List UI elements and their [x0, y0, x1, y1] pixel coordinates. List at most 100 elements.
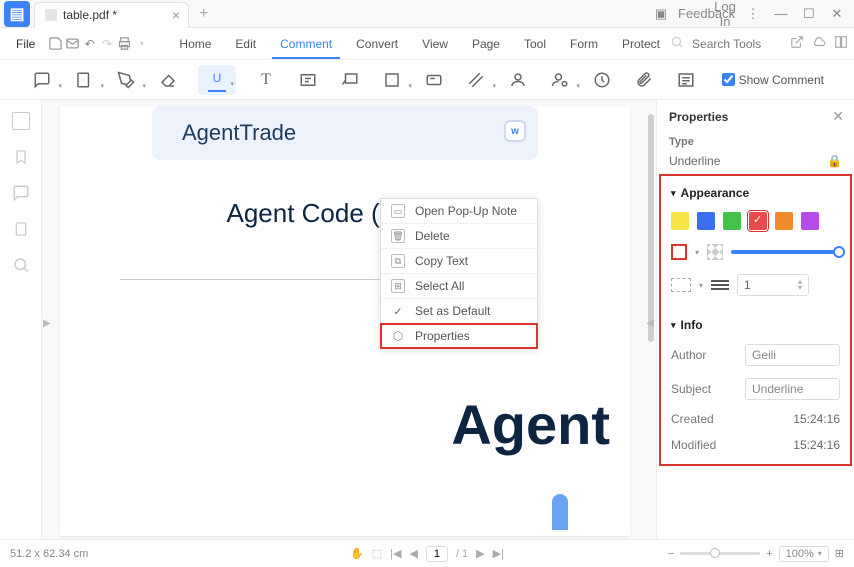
menu-tab-view[interactable]: View: [414, 31, 456, 57]
hand-tool-icon[interactable]: ✋: [350, 547, 364, 560]
first-page-icon[interactable]: |◀: [390, 547, 401, 560]
zoom-in-icon[interactable]: +: [766, 548, 772, 560]
expand-right-icon[interactable]: ◀: [646, 318, 654, 329]
next-page-icon[interactable]: ▶: [476, 547, 484, 560]
document-tab[interactable]: table.pdf * ×: [34, 2, 189, 28]
color-swatch[interactable]: [801, 212, 819, 230]
search-tools-input[interactable]: [692, 37, 782, 51]
measure-tool[interactable]: [464, 68, 488, 92]
menu-tab-form[interactable]: Form: [562, 31, 606, 57]
slider-knob[interactable]: [833, 246, 845, 258]
line-style-dashed[interactable]: [671, 278, 691, 292]
subject-input[interactable]: [745, 378, 840, 400]
attachment-panel-icon[interactable]: [13, 220, 29, 238]
show-comment-toggle[interactable]: Show Comment: [722, 73, 824, 87]
author-input[interactable]: [745, 344, 840, 366]
new-tab-button[interactable]: +: [199, 5, 208, 23]
callout-tool[interactable]: [338, 68, 362, 92]
border-color-picker[interactable]: [671, 244, 687, 260]
expand-left-icon[interactable]: ▶: [43, 318, 51, 329]
signature-tool[interactable]: [548, 68, 572, 92]
link-tool[interactable]: [590, 68, 614, 92]
area-tool[interactable]: [506, 68, 530, 92]
lock-icon[interactable]: 🔒: [827, 154, 842, 168]
properties-title: Properties: [669, 110, 842, 124]
menu-tab-home[interactable]: Home: [171, 31, 219, 57]
color-swatch[interactable]: [723, 212, 741, 230]
underline-tool-active[interactable]: U: [198, 65, 236, 95]
note-tool[interactable]: [30, 68, 54, 92]
highlight-tool[interactable]: [72, 68, 96, 92]
cm-delete[interactable]: 🗑Delete: [381, 224, 537, 249]
fit-page-icon[interactable]: ⊞: [835, 547, 844, 560]
shape-tool[interactable]: [380, 68, 404, 92]
cm-copy-text[interactable]: ⧉Copy Text: [381, 249, 537, 274]
info-heading[interactable]: Info: [671, 318, 840, 332]
stamp-tool[interactable]: [422, 68, 446, 92]
redo-icon[interactable]: ↷: [99, 32, 114, 56]
menu-tab-tool[interactable]: Tool: [516, 31, 554, 57]
segment-icon[interactable]: [834, 35, 848, 52]
page-input[interactable]: [426, 546, 448, 562]
select-tool-icon[interactable]: ⬚: [372, 547, 382, 560]
minimize-button[interactable]: —: [768, 2, 794, 25]
menu-tab-convert[interactable]: Convert: [348, 31, 406, 57]
print-dropdown-icon[interactable]: ▾: [134, 32, 149, 56]
comment-panel-icon[interactable]: [12, 184, 30, 202]
opacity-slider[interactable]: [731, 250, 840, 254]
trash-icon: 🗑: [391, 229, 405, 243]
eraser-tool[interactable]: [156, 68, 180, 92]
search-panel-icon[interactable]: [12, 256, 30, 274]
show-comment-checkbox[interactable]: [722, 73, 735, 86]
copy-icon: ⧉: [391, 254, 405, 268]
line-style-dropdown-icon[interactable]: ▾: [699, 281, 703, 290]
menu-tab-edit[interactable]: Edit: [227, 31, 264, 57]
zoom-out-icon[interactable]: −: [668, 548, 674, 560]
zoom-slider[interactable]: [680, 552, 760, 555]
menu-tab-protect[interactable]: Protect: [614, 31, 668, 57]
textbox-tool[interactable]: [296, 68, 320, 92]
color-swatch[interactable]: [749, 212, 767, 230]
cm-properties[interactable]: ⬡Properties: [381, 324, 537, 348]
cm-set-default[interactable]: ✓Set as Default: [381, 299, 537, 324]
close-panel-icon[interactable]: ✕: [832, 108, 844, 125]
comment-list-icon[interactable]: [674, 68, 698, 92]
undo-icon[interactable]: ↶: [82, 32, 97, 56]
line-style-solid[interactable]: [711, 280, 729, 290]
zoom-select[interactable]: 100%▾: [779, 546, 829, 562]
bookmark-icon[interactable]: [13, 148, 29, 166]
thickness-input[interactable]: 1 ▴▾: [737, 274, 809, 296]
menu-tab-page[interactable]: Page: [464, 31, 508, 57]
open-external-icon[interactable]: [790, 35, 804, 52]
color-swatch[interactable]: [671, 212, 689, 230]
more-icon[interactable]: ⋮: [740, 2, 766, 26]
login-button[interactable]: Log In: [712, 0, 738, 33]
close-window-button[interactable]: ✕: [824, 2, 850, 26]
close-tab-icon[interactable]: ×: [172, 7, 180, 23]
color-dropdown-icon[interactable]: ▾: [695, 248, 699, 257]
cm-open-popup[interactable]: ▭Open Pop-Up Note: [381, 199, 537, 224]
appearance-section: Appearance ▾ ▾ 1 ▴▾ Info Author: [659, 174, 852, 466]
mail-icon[interactable]: [65, 32, 80, 56]
zoom-knob[interactable]: [710, 548, 720, 558]
scrollbar-thumb[interactable]: [648, 114, 654, 342]
maximize-button[interactable]: ☐: [796, 2, 822, 26]
menu-tab-comment[interactable]: Comment: [272, 31, 340, 57]
document-page[interactable]: AgentTrade w Agent Code (Codes) Agent ▭O…: [60, 106, 630, 536]
file-menu[interactable]: File: [6, 33, 45, 55]
last-page-icon[interactable]: ▶|: [493, 547, 504, 560]
show-comment-label: Show Comment: [739, 73, 824, 87]
cloud-icon[interactable]: [812, 35, 826, 52]
text-tool[interactable]: T: [254, 68, 278, 92]
pencil-tool[interactable]: [114, 68, 138, 92]
color-swatch[interactable]: [775, 212, 793, 230]
cm-select-all[interactable]: ⊞Select All: [381, 274, 537, 299]
appearance-heading[interactable]: Appearance: [671, 186, 840, 200]
thumbnails-icon[interactable]: [12, 112, 30, 130]
attachment-tool[interactable]: [632, 68, 656, 92]
print-icon[interactable]: [117, 32, 132, 56]
prev-page-icon[interactable]: ◀: [409, 547, 417, 560]
save-icon[interactable]: [47, 32, 62, 56]
feedback-button[interactable]: ▣ Feedback: [642, 0, 710, 28]
color-swatch[interactable]: [697, 212, 715, 230]
